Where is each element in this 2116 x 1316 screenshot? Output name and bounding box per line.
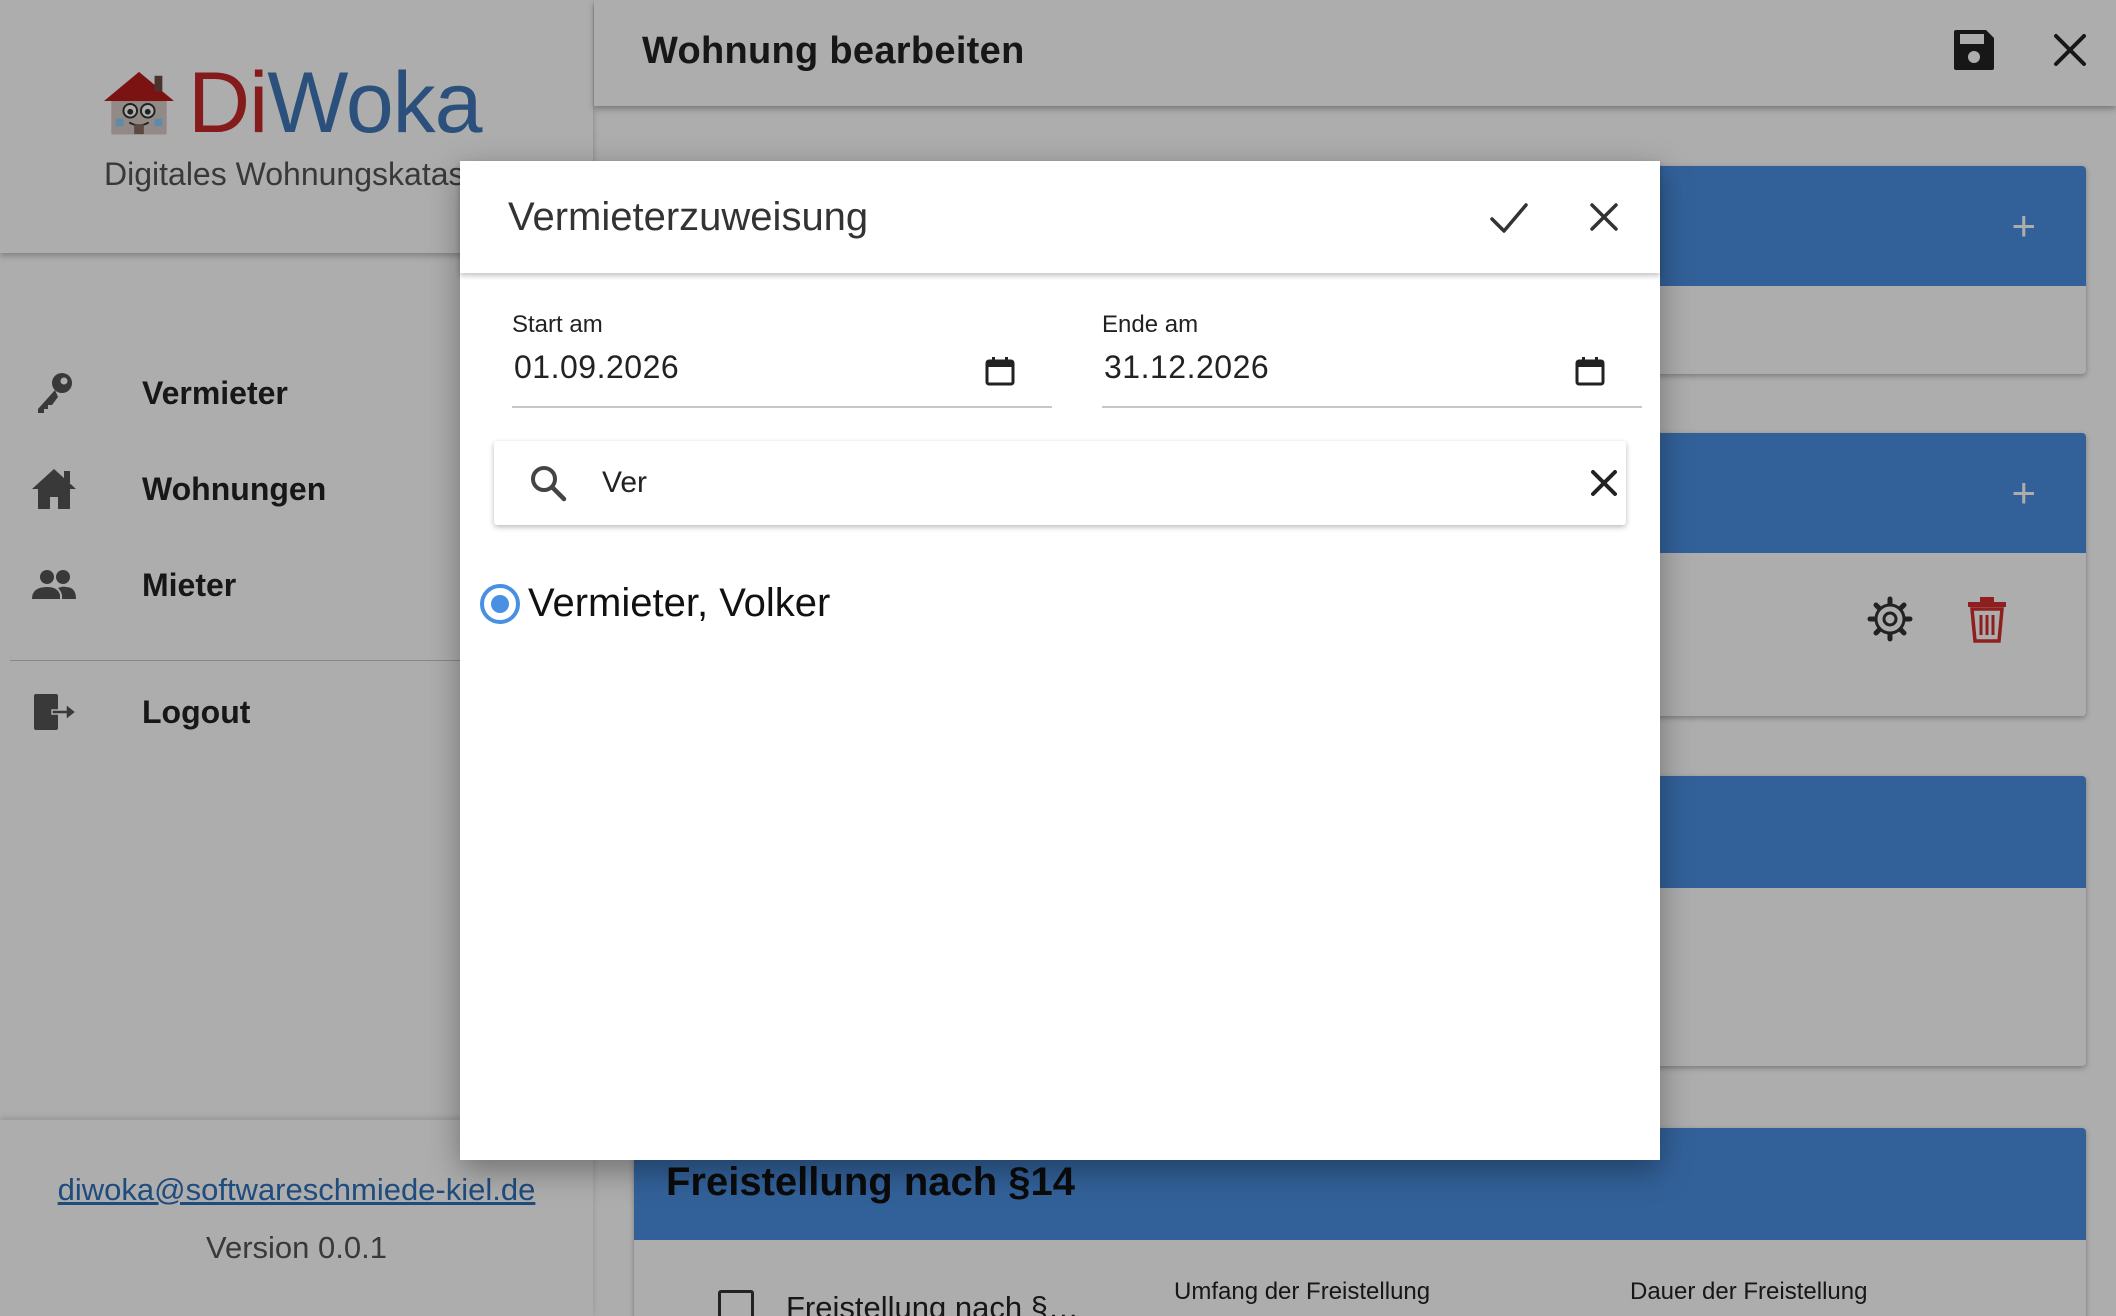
result-label: Vermieter, Volker bbox=[528, 581, 831, 625]
start-date-field[interactable]: Start am 01.09.2026 bbox=[512, 311, 1052, 408]
dialog-header: Vermieterzuweisung bbox=[460, 161, 1660, 273]
search-icon bbox=[531, 466, 567, 502]
end-date-label: Ende am bbox=[1102, 311, 1199, 338]
search-input[interactable] bbox=[602, 453, 1502, 513]
clear-search-icon[interactable] bbox=[1590, 469, 1618, 497]
close-icon[interactable] bbox=[1584, 197, 1624, 237]
result-radio[interactable] bbox=[480, 583, 520, 624]
calendar-icon[interactable] bbox=[984, 355, 1016, 387]
check-icon[interactable] bbox=[1486, 195, 1532, 241]
start-date-value[interactable]: 01.09.2026 bbox=[514, 349, 679, 386]
end-date-value[interactable]: 31.12.2026 bbox=[1104, 349, 1269, 386]
vermieterzuweisung-dialog: Vermieterzuweisung Start am 01.09.2026 E… bbox=[460, 161, 1660, 1160]
end-date-field[interactable]: Ende am 31.12.2026 bbox=[1102, 311, 1642, 408]
search-bar bbox=[494, 441, 1626, 525]
dialog-title: Vermieterzuweisung bbox=[508, 195, 869, 239]
start-date-label: Start am bbox=[512, 311, 603, 338]
calendar-icon[interactable] bbox=[1574, 355, 1606, 387]
result-item[interactable]: Vermieter, Volker bbox=[480, 581, 830, 626]
